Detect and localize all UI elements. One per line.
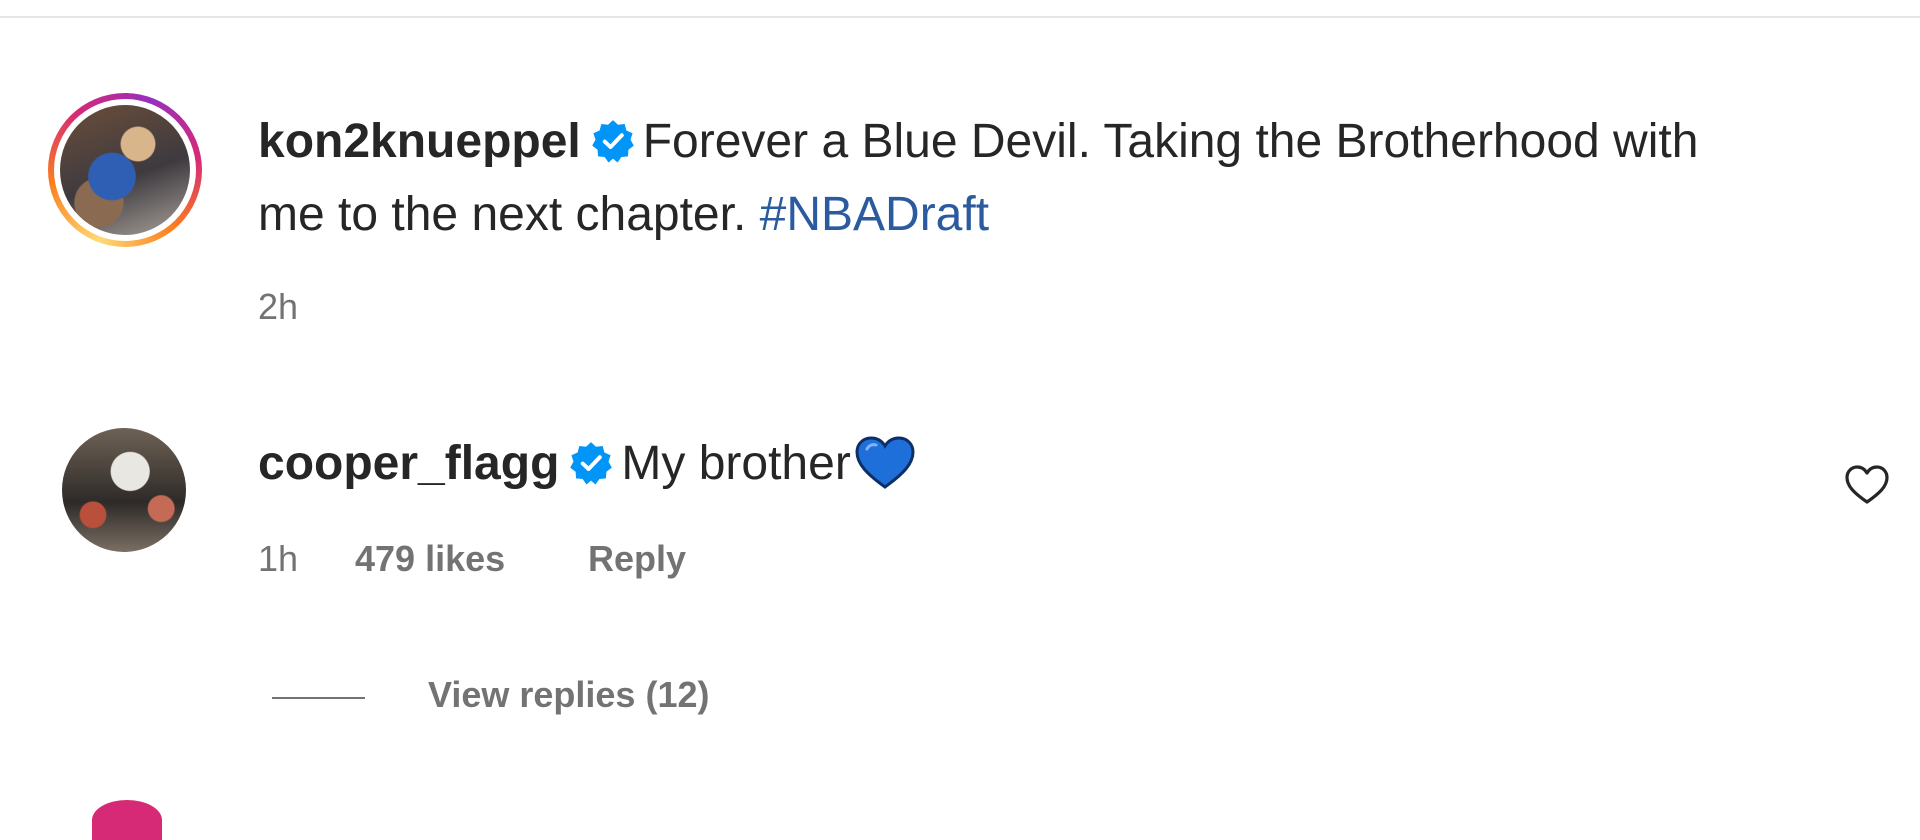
caption-text-line2: me to the next chapter. (258, 188, 747, 241)
post-username[interactable]: kon2knueppel (258, 115, 581, 168)
comment-username[interactable]: cooper_flagg (258, 437, 559, 490)
replies-divider (272, 697, 365, 699)
top-divider (0, 16, 1920, 18)
next-comment-avatar[interactable] (92, 800, 162, 840)
post-caption-line1: kon2knueppel Forever a Blue Devil. Takin… (258, 112, 1698, 172)
verified-badge-icon (570, 442, 613, 485)
comment-body: cooper_flagg My brother (258, 434, 917, 494)
post-caption-line2: me to the next chapter. #NBADraft (258, 185, 989, 245)
hashtag-link[interactable]: #NBADraft (760, 188, 989, 241)
avatar-photo (60, 105, 190, 235)
comment-author-avatar[interactable] (62, 428, 186, 552)
view-replies-button[interactable]: View replies (12) (428, 674, 709, 716)
post-author-avatar[interactable] (48, 93, 202, 247)
caption-text-line1: Forever a Blue Devil. Taking the Brother… (642, 115, 1699, 168)
like-heart-icon[interactable] (1844, 464, 1890, 506)
reply-button[interactable]: Reply (588, 538, 686, 580)
comment-timestamp[interactable]: 1h (258, 538, 298, 580)
comment-likes-count[interactable]: 479 likes (355, 538, 505, 580)
comment-text: My brother (621, 437, 851, 490)
post-timestamp[interactable]: 2h (258, 286, 298, 328)
blue-heart-icon (855, 436, 915, 489)
verified-badge-icon (591, 120, 634, 163)
